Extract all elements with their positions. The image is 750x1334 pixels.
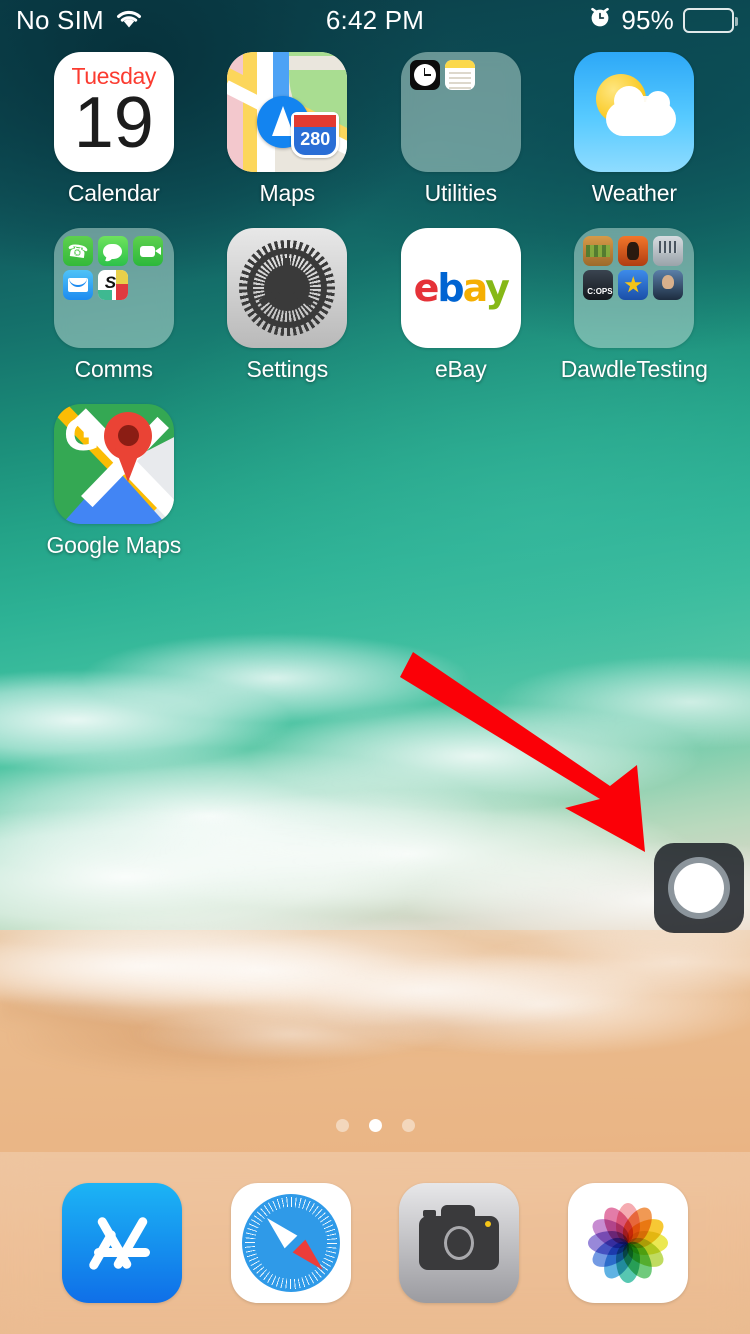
camera-icon (419, 1205, 500, 1270)
app-grid-row: G Google Maps (0, 404, 750, 580)
google-maps-icon-wrap[interactable]: G (53, 404, 174, 524)
app-icon-calendar[interactable]: Tuesday 19 Calendar (27, 52, 201, 228)
game-icon-1 (583, 236, 614, 266)
calendar-day-number: 19 (73, 83, 154, 163)
dock-item-camera[interactable] (399, 1183, 520, 1303)
folder-label: Comms (74, 356, 153, 382)
phone-icon: ☎ (62, 236, 93, 266)
gear-icon (239, 240, 336, 336)
dock-item-safari[interactable] (230, 1183, 351, 1303)
utilities-folder-wrap[interactable] (400, 52, 521, 172)
folder-icon-comms[interactable]: ☎ S Comms (27, 228, 201, 404)
status-bar: No SIM 6:42 PM 95% (0, 0, 750, 40)
ios-home-screen: No SIM 6:42 PM 95% Tuesday 19 Calendar 2… (0, 0, 750, 1334)
dock-item-app-store[interactable] (62, 1183, 183, 1303)
dock-item-photos[interactable] (567, 1183, 688, 1303)
game-icon-5 (618, 270, 649, 300)
clock-icon (409, 60, 440, 90)
game-icon-3 (653, 236, 684, 266)
folder-label: DawdleTesting (560, 356, 708, 382)
dock (0, 1152, 750, 1334)
page-dot[interactable] (335, 1119, 349, 1132)
folder-utilities[interactable] (400, 52, 521, 172)
battery-icon (683, 7, 738, 33)
app-icon-google-maps[interactable]: G Google Maps (27, 404, 201, 580)
assistive-touch-icon (668, 857, 730, 919)
slack-icon: S (97, 270, 128, 300)
highway-shield-icon: 280 (291, 112, 340, 158)
calendar-icon-wrap[interactable]: Tuesday 19 (53, 52, 174, 172)
safari-icon (241, 1194, 340, 1292)
app-store-icon (86, 1212, 158, 1274)
app-grid-row: Tuesday 19 Calendar 280 Maps Utilities W… (0, 52, 750, 228)
mail-icon (62, 270, 93, 300)
ebay-logo: ebay (413, 266, 510, 310)
app-icon-settings[interactable]: Settings (201, 228, 375, 404)
folder-icon-dawdletesting[interactable]: DawdleTesting (548, 228, 722, 404)
folder-label: Utilities (424, 180, 498, 206)
maps-icon-wrap[interactable]: 280 (227, 52, 348, 172)
page-dot[interactable] (368, 1119, 382, 1132)
calendar-icon[interactable]: Tuesday 19 (53, 52, 174, 172)
alarm-clock-icon (588, 5, 612, 36)
app-label: Google Maps (46, 532, 182, 558)
game-icon-6 (653, 270, 684, 300)
photos-icon (582, 1197, 674, 1289)
messages-icon (97, 236, 128, 266)
weather-icon[interactable] (574, 52, 695, 172)
highway-number: 280 (300, 129, 331, 149)
google-g-logo: G (63, 410, 100, 461)
app-grid-row: ☎ S Comms Settings ebay eBay C:OPS Dawdl… (0, 228, 750, 404)
ebay-icon-wrap[interactable]: ebay (400, 228, 521, 348)
settings-icon-wrap[interactable] (227, 228, 348, 348)
app-icon-maps[interactable]: 280 Maps (201, 52, 375, 228)
folder-dawdletesting[interactable] (574, 228, 695, 348)
app-icon-weather[interactable]: Weather (548, 52, 722, 228)
folder-icon-utilities[interactable]: Utilities (374, 52, 548, 228)
battery-percent-label: 95% (621, 4, 674, 35)
folder-comms[interactable]: ☎ S (53, 228, 174, 348)
app-label: Maps (259, 180, 316, 206)
ebay-icon[interactable]: ebay (400, 228, 521, 348)
app-label: Settings (246, 356, 328, 382)
game-icon-2 (618, 236, 649, 266)
settings-icon[interactable] (227, 228, 348, 348)
app-grid: Tuesday 19 Calendar 280 Maps Utilities W… (0, 52, 750, 580)
game-icon-4 (583, 270, 614, 300)
app-label: Calendar (67, 180, 160, 206)
weather-icon-wrap[interactable] (574, 52, 695, 172)
status-bar-right: 95% (588, 4, 738, 36)
maps-icon[interactable]: 280 (227, 52, 348, 172)
app-icon-ebay[interactable]: ebay eBay (374, 228, 548, 404)
facetime-icon (132, 236, 163, 266)
wallpaper-wet-sand (0, 985, 750, 1135)
map-pin-icon (103, 412, 152, 482)
app-label: eBay (434, 356, 487, 382)
dawdletesting-folder-wrap[interactable] (574, 228, 695, 348)
cloud-icon (606, 86, 677, 136)
page-indicator[interactable] (0, 1119, 750, 1132)
notes-icon (444, 60, 475, 90)
app-label: Weather (591, 180, 677, 206)
assistive-touch-button[interactable] (654, 843, 744, 933)
page-dot[interactable] (401, 1119, 415, 1132)
google-maps-icon[interactable]: G (53, 404, 174, 524)
comms-folder-wrap[interactable]: ☎ S (53, 228, 174, 348)
